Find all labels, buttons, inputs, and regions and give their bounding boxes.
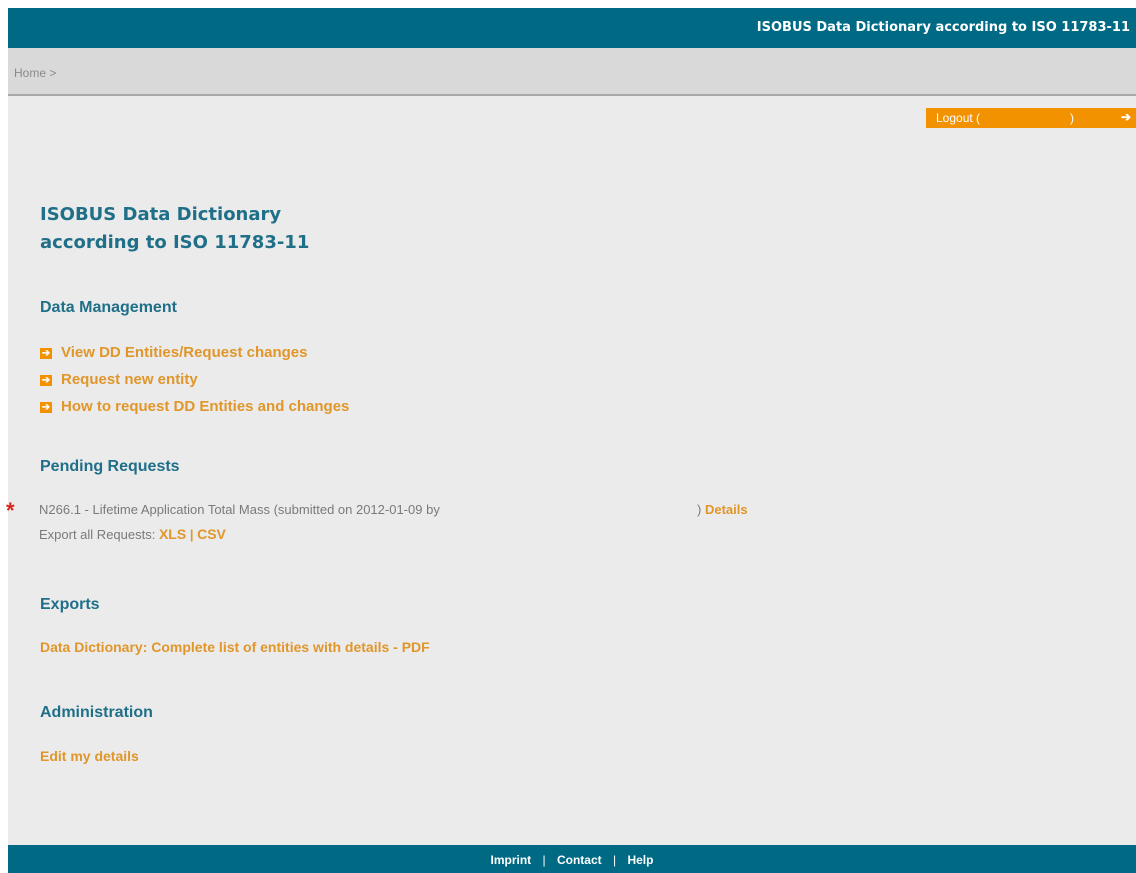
help-link[interactable]: Help <box>627 853 653 867</box>
logout-label: Logout ( <box>936 111 981 125</box>
export-separator: | <box>189 527 194 542</box>
pending-requests-heading: Pending Requests <box>40 458 180 475</box>
list-item: ➔ View DD Entities/Request changes <box>40 344 349 371</box>
data-management-heading: Data Management <box>40 299 177 316</box>
export-requests: Export all Requests: XLS | CSV <box>39 526 226 542</box>
arrow-right-icon: ➔ <box>1120 110 1132 124</box>
xls-link[interactable]: XLS <box>159 526 186 542</box>
arrow-right-icon: ➔ <box>40 374 52 386</box>
page-title-line2: according to ISO 11783-11 <box>40 232 310 253</box>
pdf-export-link[interactable]: Data Dictionary: Complete list of entiti… <box>40 639 430 655</box>
logout-button[interactable]: Logout ( ) ➔ <box>926 108 1136 128</box>
administration-heading: Administration <box>40 704 153 721</box>
request-details: ) Details <box>697 502 748 517</box>
logout-close-paren: ) <box>1070 111 1074 125</box>
request-text: N266.1 - Lifetime Application Total Mass… <box>39 502 440 517</box>
page-title-line1: ISOBUS Data Dictionary <box>40 204 282 225</box>
export-label: Export all Requests: <box>39 527 156 542</box>
header-bar: ISOBUS Data Dictionary according to ISO … <box>8 8 1136 48</box>
footer: Imprint | Contact | Help <box>8 845 1136 873</box>
contact-link[interactable]: Contact <box>557 853 602 867</box>
exports-heading: Exports <box>40 596 100 613</box>
breadcrumb[interactable]: Home > <box>14 66 56 80</box>
header-title: ISOBUS Data Dictionary according to ISO … <box>756 20 1130 35</box>
page-frame: ISOBUS Data Dictionary according to ISO … <box>6 8 1136 873</box>
arrow-right-icon: ➔ <box>40 347 52 359</box>
list-item: ➔ How to request DD Entities and changes <box>40 398 349 425</box>
request-close-paren: ) <box>697 502 702 517</box>
page-title: ISOBUS Data Dictionary according to ISO … <box>40 201 309 257</box>
view-entities-link[interactable]: View DD Entities/Request changes <box>61 344 307 361</box>
details-link[interactable]: Details <box>705 502 748 517</box>
edit-details-link[interactable]: Edit my details <box>40 748 139 764</box>
asterisk-icon: * <box>6 498 15 523</box>
footer-separator: | <box>542 853 546 867</box>
arrow-right-icon: ➔ <box>40 401 52 413</box>
request-new-entity-link[interactable]: Request new entity <box>61 371 198 388</box>
how-to-request-link[interactable]: How to request DD Entities and changes <box>61 398 349 415</box>
data-management-links: ➔ View DD Entities/Request changes ➔ Reque… <box>40 344 349 425</box>
imprint-link[interactable]: Imprint <box>491 853 532 867</box>
footer-separator: | <box>613 853 617 867</box>
list-item: ➔ Request new entity <box>40 371 349 398</box>
footer-links: Imprint | Contact | Help <box>8 853 1136 867</box>
csv-link[interactable]: CSV <box>197 526 226 542</box>
breadcrumb-bar: Home > <box>8 48 1136 96</box>
